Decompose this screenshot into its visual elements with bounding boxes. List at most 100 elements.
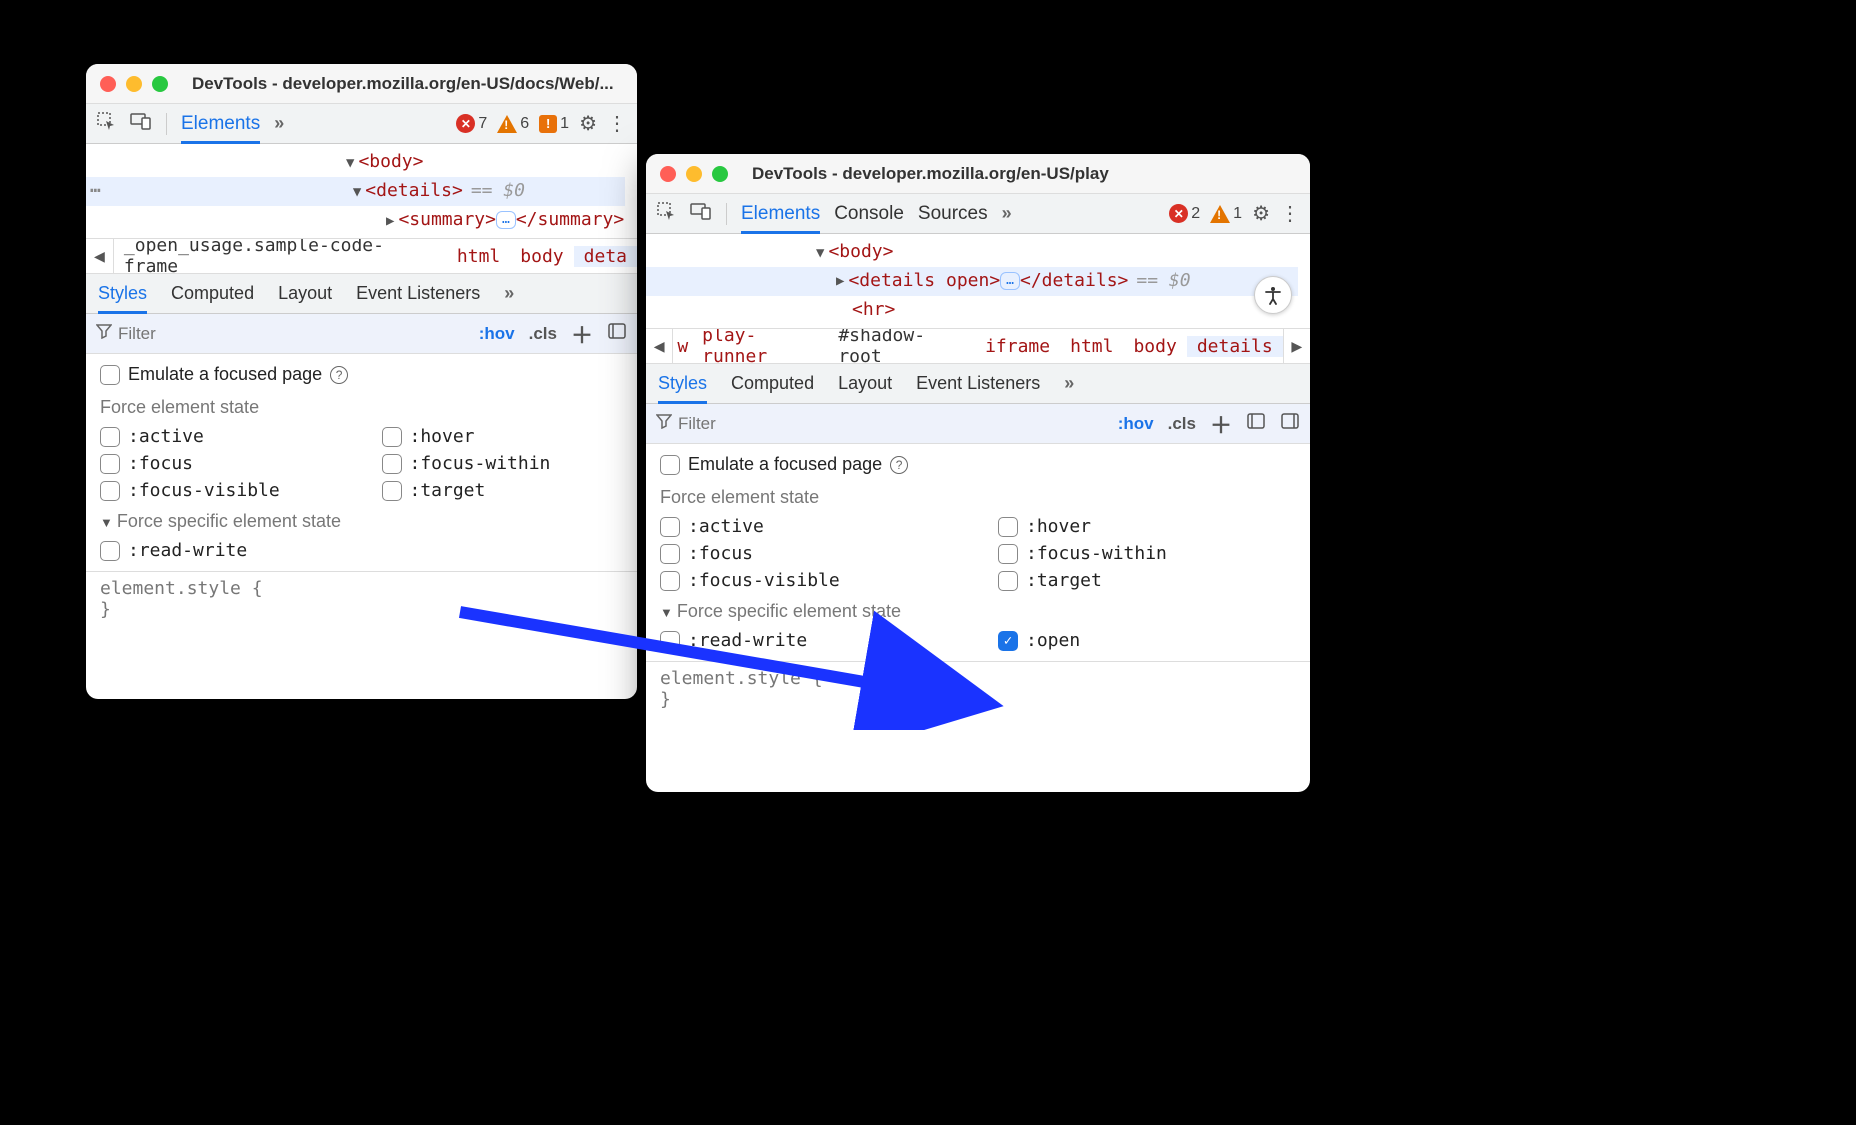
checkbox[interactable] bbox=[382, 454, 402, 474]
breadcrumb-html[interactable]: html bbox=[447, 246, 510, 267]
state-open[interactable]: ✓:open bbox=[998, 630, 1296, 651]
issues-badge[interactable]: !1 bbox=[539, 115, 569, 133]
breadcrumb-item[interactable]: _open_usage.sample-code-frame bbox=[114, 238, 447, 274]
checkbox[interactable] bbox=[100, 481, 120, 501]
checkbox-checked[interactable]: ✓ bbox=[998, 631, 1018, 651]
warnings-badge[interactable]: 1 bbox=[1210, 205, 1242, 223]
collapse-icon[interactable]: ▼ bbox=[660, 605, 673, 620]
state-focus-visible[interactable]: :focus-visible bbox=[100, 480, 342, 501]
computed-toggle-icon[interactable] bbox=[607, 321, 627, 346]
breadcrumb-iframe[interactable]: iframe bbox=[975, 336, 1060, 357]
state-focus-within[interactable]: :focus-within bbox=[998, 543, 1296, 564]
subtab-layout[interactable]: Layout bbox=[838, 373, 892, 394]
help-icon[interactable]: ? bbox=[890, 456, 908, 474]
minimize-window-button[interactable] bbox=[686, 166, 702, 182]
state-read-write[interactable]: :read-write bbox=[660, 630, 958, 651]
breadcrumb-prev[interactable]: ◀ bbox=[646, 329, 673, 363]
checkbox[interactable] bbox=[660, 571, 680, 591]
dom-tree[interactable]: ▼<body> ▶<details open>…</details>== $0 … bbox=[646, 234, 1310, 328]
breadcrumb-details[interactable]: deta bbox=[574, 246, 637, 267]
accessibility-button[interactable] bbox=[1254, 276, 1292, 314]
breadcrumb-shadow-root[interactable]: #shadow-root bbox=[828, 328, 975, 364]
checkbox[interactable] bbox=[100, 454, 120, 474]
cls-button[interactable]: .cls bbox=[1168, 414, 1196, 434]
checkbox[interactable] bbox=[660, 544, 680, 564]
collapsed-pill[interactable]: … bbox=[1000, 272, 1020, 290]
device-toolbar-icon[interactable] bbox=[130, 112, 152, 136]
subtab-layout[interactable]: Layout bbox=[278, 283, 332, 304]
emulate-focused-checkbox[interactable] bbox=[660, 455, 680, 475]
breadcrumb-prev[interactable]: ◀ bbox=[86, 239, 114, 273]
breadcrumb-details[interactable]: details bbox=[1187, 336, 1283, 357]
state-target[interactable]: :target bbox=[998, 570, 1296, 591]
emulate-focused-checkbox[interactable] bbox=[100, 365, 120, 385]
help-icon[interactable]: ? bbox=[330, 366, 348, 384]
breadcrumb-body[interactable]: body bbox=[1123, 336, 1186, 357]
tab-elements[interactable]: Elements bbox=[181, 113, 260, 144]
state-hover[interactable]: :hover bbox=[998, 516, 1296, 537]
expand-icon[interactable]: ▶ bbox=[836, 270, 844, 292]
state-target[interactable]: :target bbox=[382, 480, 624, 501]
warnings-badge[interactable]: 6 bbox=[497, 115, 529, 133]
device-toolbar-icon[interactable] bbox=[690, 202, 712, 226]
breadcrumb-play-runner[interactable]: play-runner bbox=[692, 328, 828, 364]
state-active[interactable]: :active bbox=[660, 516, 958, 537]
subtab-listeners[interactable]: Event Listeners bbox=[356, 283, 480, 304]
checkbox[interactable] bbox=[998, 571, 1018, 591]
dom-selected-row[interactable]: ▶<details open>…</details>== $0 bbox=[646, 267, 1298, 296]
collapse-icon[interactable]: ▼ bbox=[100, 515, 113, 530]
breadcrumb-body[interactable]: body bbox=[510, 246, 573, 267]
panel-toggle-icon[interactable] bbox=[1280, 411, 1300, 436]
inspect-element-icon[interactable] bbox=[96, 111, 116, 137]
more-subtabs[interactable]: » bbox=[1064, 373, 1074, 394]
tab-elements[interactable]: Elements bbox=[741, 203, 820, 234]
checkbox[interactable] bbox=[998, 517, 1018, 537]
subtab-computed[interactable]: Computed bbox=[731, 373, 814, 394]
checkbox[interactable] bbox=[382, 481, 402, 501]
expand-icon[interactable]: ▶ bbox=[386, 213, 394, 229]
breadcrumb-next[interactable]: ▶ bbox=[1283, 329, 1310, 363]
errors-badge[interactable]: ✕7 bbox=[456, 114, 487, 133]
state-active[interactable]: :active bbox=[100, 426, 342, 447]
state-focus[interactable]: :focus bbox=[100, 453, 342, 474]
new-rule-icon[interactable]: ＋ bbox=[1210, 408, 1232, 440]
checkbox[interactable] bbox=[660, 517, 680, 537]
more-tabs-button[interactable]: » bbox=[1002, 203, 1012, 224]
settings-icon[interactable]: ⚙ bbox=[579, 111, 597, 136]
computed-toggle-icon[interactable] bbox=[1246, 411, 1266, 436]
force-specific-state-heading[interactable]: ▼Force specific element state bbox=[100, 511, 623, 532]
close-window-button[interactable] bbox=[660, 166, 676, 182]
element-style-open[interactable]: element.style { bbox=[660, 668, 1296, 689]
breadcrumb-item[interactable]: w bbox=[673, 336, 692, 357]
state-hover[interactable]: :hover bbox=[382, 426, 624, 447]
expand-icon[interactable]: ▼ bbox=[353, 184, 361, 200]
tab-console[interactable]: Console bbox=[834, 203, 904, 225]
subtab-styles[interactable]: Styles bbox=[658, 373, 707, 404]
collapsed-pill[interactable]: … bbox=[496, 211, 516, 229]
cls-button[interactable]: .cls bbox=[529, 324, 557, 344]
filter-input[interactable] bbox=[672, 414, 1118, 434]
force-specific-state-heading[interactable]: ▼Force specific element state bbox=[660, 601, 1296, 622]
more-tabs-button[interactable]: » bbox=[274, 113, 284, 134]
state-focus[interactable]: :focus bbox=[660, 543, 958, 564]
menu-icon[interactable]: ⋮ bbox=[607, 111, 627, 136]
state-read-write[interactable]: :read-write bbox=[100, 540, 342, 561]
checkbox[interactable] bbox=[382, 427, 402, 447]
expand-icon[interactable]: ▼ bbox=[816, 245, 824, 261]
close-window-button[interactable] bbox=[100, 76, 116, 92]
expand-icon[interactable]: ▼ bbox=[346, 155, 354, 171]
dom-tree[interactable]: ▼<body> ⋯ ▼<details>== $0 ▶<summary>…</s… bbox=[86, 144, 637, 238]
maximize-window-button[interactable] bbox=[152, 76, 168, 92]
dom-selected-row[interactable]: ⋯ ▼<details>== $0 bbox=[86, 177, 625, 206]
checkbox[interactable] bbox=[998, 544, 1018, 564]
settings-icon[interactable]: ⚙ bbox=[1252, 201, 1270, 226]
checkbox[interactable] bbox=[100, 541, 120, 561]
subtab-listeners[interactable]: Event Listeners bbox=[916, 373, 1040, 394]
filter-input[interactable] bbox=[112, 324, 479, 344]
maximize-window-button[interactable] bbox=[712, 166, 728, 182]
checkbox[interactable] bbox=[100, 427, 120, 447]
menu-icon[interactable]: ⋮ bbox=[1280, 201, 1300, 226]
element-style-open[interactable]: element.style { bbox=[100, 578, 623, 599]
breadcrumb-html[interactable]: html bbox=[1060, 336, 1123, 357]
state-focus-within[interactable]: :focus-within bbox=[382, 453, 624, 474]
